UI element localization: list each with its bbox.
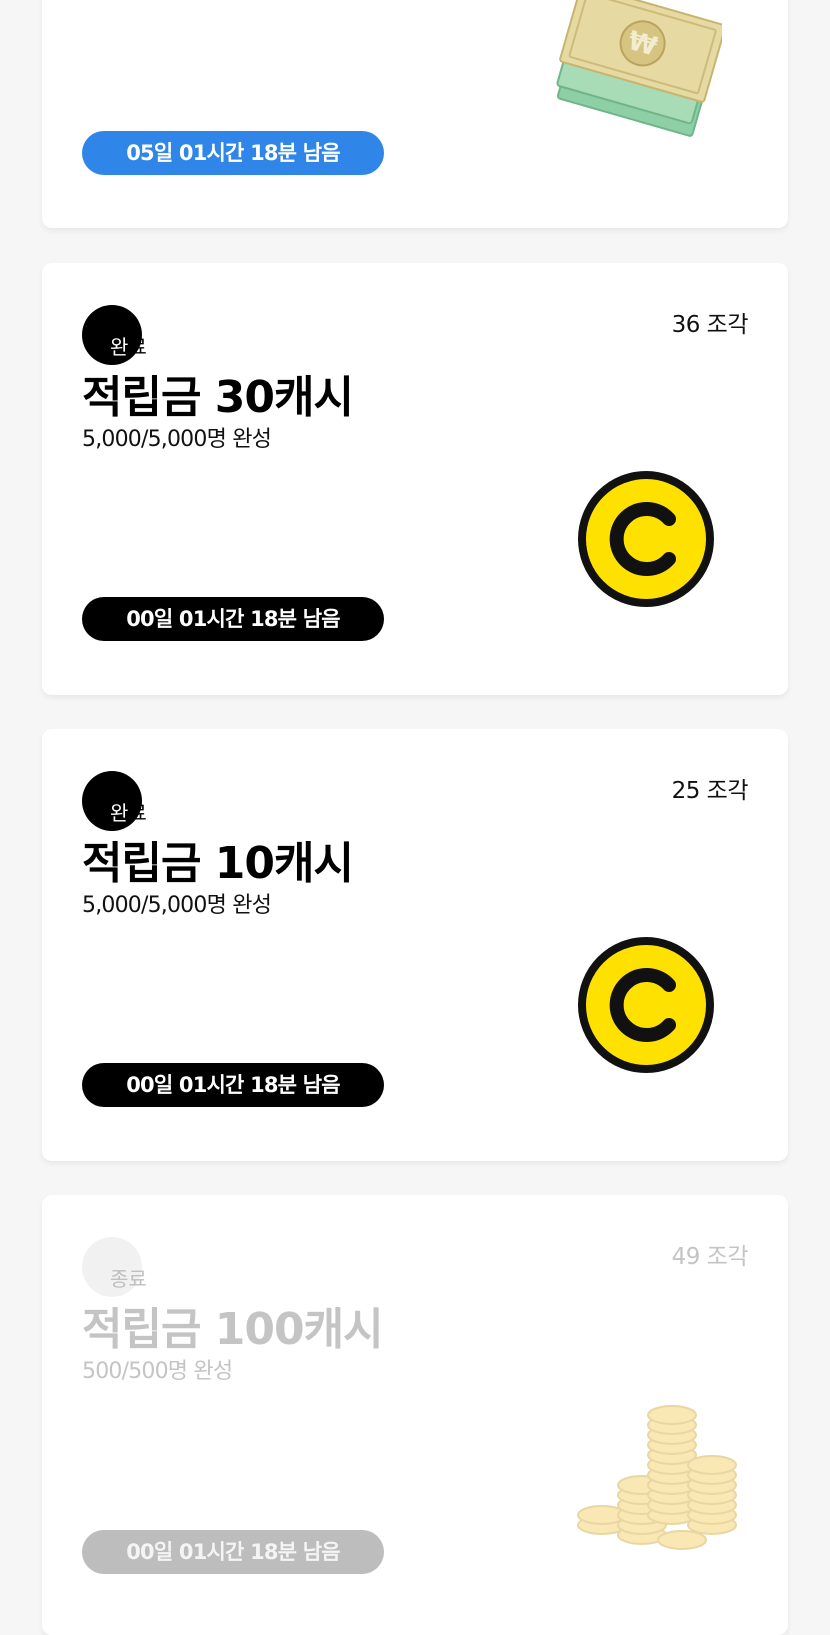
- status-badge: 완료: [82, 771, 147, 833]
- completion-count: 5,000/5,000명 완성: [82, 427, 272, 452]
- time-remaining-badge: 00일 01시간 18분 남음: [82, 1530, 384, 1574]
- event-card-30-cash[interactable]: 36 조각 완료 적립금 30캐시 5,000/5,000명 완성 00일 01…: [42, 263, 788, 695]
- status-badge: 완료: [82, 305, 147, 367]
- status-label: 완료: [110, 335, 147, 359]
- event-card-100-cash[interactable]: 49 조각 종료 적립금 100캐시 500/500명 완성 00일 01시간 …: [42, 1195, 788, 1635]
- status-label: 완료: [110, 801, 147, 825]
- reward-title: 적립금 100캐시: [82, 1304, 384, 1355]
- time-remaining-badge: 00일 01시간 18분 남음: [82, 597, 384, 641]
- reward-title: 적립금 10캐시: [82, 838, 354, 889]
- status-label: 종료: [110, 1267, 147, 1291]
- won-banknotes-icon: ₩: [556, 0, 722, 137]
- completion-count: 5,000/5,000명 완성: [82, 893, 272, 918]
- reward-title: 적립금 30캐시: [82, 372, 354, 423]
- completion-count: 500/500명 완성: [82, 1359, 233, 1384]
- time-remaining-badge: 00일 01시간 18분 남음: [82, 1063, 384, 1107]
- status-badge: 종료: [82, 1237, 147, 1299]
- event-card-top[interactable]: ₩ 05일 01시간 18분 남음: [42, 0, 788, 228]
- cash-coin-icon: [578, 471, 714, 607]
- time-remaining-badge: 05일 01시간 18분 남음: [82, 131, 384, 175]
- piece-count: 49 조각: [671, 1244, 749, 1270]
- event-card-10-cash[interactable]: 25 조각 완료 적립금 10캐시 5,000/5,000명 완성 00일 01…: [42, 729, 788, 1161]
- piece-count: 25 조각: [671, 778, 749, 804]
- gold-coins-stack-icon: [577, 1405, 737, 1550]
- cash-coin-icon: [578, 937, 714, 1073]
- piece-count: 36 조각: [671, 312, 749, 338]
